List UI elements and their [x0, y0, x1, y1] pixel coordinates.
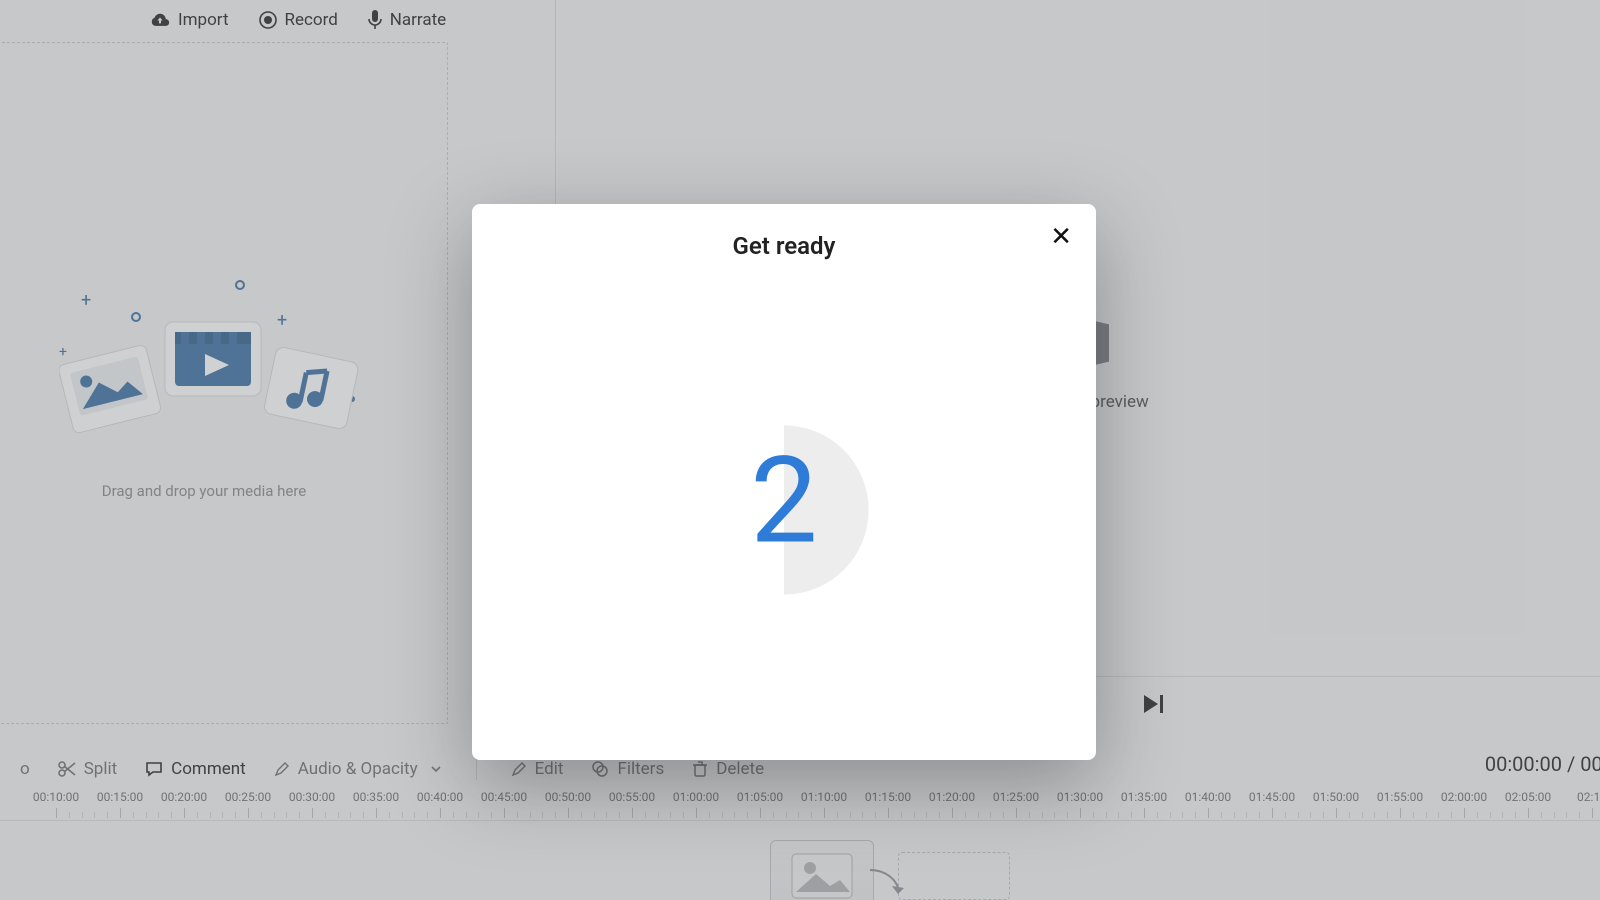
get-ready-modal: Get ready ✕ 2	[472, 204, 1096, 760]
modal-title: Get ready	[472, 204, 1096, 260]
close-icon: ✕	[1050, 222, 1072, 252]
close-button[interactable]: ✕	[1050, 224, 1072, 250]
countdown-number: 2	[750, 432, 817, 572]
